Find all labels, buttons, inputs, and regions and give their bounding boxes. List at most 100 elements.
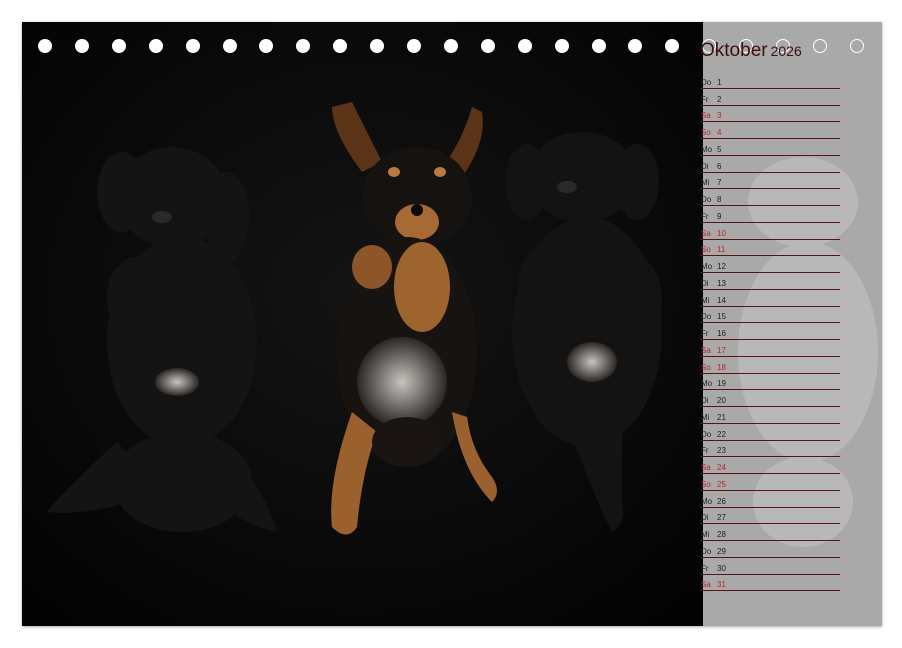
- binding-hole: [554, 39, 569, 53]
- day-list: Do 1 Fr 2 Sa 3 So 4 Mo 5 Di 6 Mi 7 Do 8 Fr 9 Sa 10 So 11 Mo 12 D…: [700, 72, 840, 592]
- day-number: 18: [717, 362, 726, 372]
- day-row: Di 27: [700, 508, 840, 525]
- day-row: So 18: [700, 357, 840, 374]
- day-row: Mo 5: [700, 139, 840, 156]
- weekday-label: Sa: [701, 345, 711, 355]
- binding-hole: [517, 39, 532, 53]
- year-label: 2026: [770, 43, 802, 59]
- binding-hole: [296, 39, 311, 53]
- day-row: Sa 3: [700, 106, 840, 123]
- month-heading: Oktober 2026: [700, 40, 802, 62]
- weekday-label: So: [701, 245, 711, 255]
- weekday-label: Do: [701, 195, 712, 204]
- day-row: So 11: [700, 240, 840, 257]
- day-number: 13: [717, 278, 726, 288]
- day-row: Do 1: [700, 72, 840, 89]
- weekday-label: So: [701, 362, 711, 372]
- day-number: 29: [717, 546, 726, 556]
- binding-hole: [591, 39, 606, 53]
- weekday-label: Mi: [701, 412, 710, 422]
- weekday-label: Fr: [701, 211, 709, 221]
- day-row: Do 29: [700, 541, 840, 558]
- day-row: Sa 24: [700, 457, 840, 474]
- binding-hole: [148, 39, 163, 53]
- weekday-label: Sa: [701, 228, 711, 238]
- day-number: 2: [717, 94, 722, 104]
- day-row: Fr 16: [700, 323, 840, 340]
- day-row: Do 22: [700, 424, 840, 441]
- day-row: Fr 2: [700, 89, 840, 106]
- binding-hole: [849, 39, 864, 53]
- weekday-label: Mi: [701, 178, 710, 188]
- weekday-label: Do: [701, 546, 712, 556]
- dog-photo: [22, 22, 703, 626]
- weekday-label: Fr: [701, 563, 709, 573]
- dog-photo-illustration: [22, 22, 703, 626]
- month-name: Oktober: [700, 40, 768, 61]
- day-number: 31: [717, 580, 726, 590]
- day-number: 16: [717, 329, 726, 338]
- day-row: Sa 10: [700, 223, 840, 240]
- binding-hole: [333, 39, 348, 53]
- day-number: 4: [717, 128, 722, 137]
- binding-hole: [38, 39, 52, 53]
- day-number: 7: [717, 178, 722, 188]
- binding-hole: [407, 39, 421, 53]
- day-number: 21: [717, 412, 726, 422]
- binding-hole: [665, 39, 680, 53]
- day-row: Mi 14: [700, 290, 840, 307]
- day-row: Mi 21: [700, 407, 840, 424]
- day-number: 8: [717, 195, 722, 204]
- day-number: 5: [717, 144, 722, 154]
- day-row: Fr 23: [700, 441, 840, 458]
- day-number: 19: [717, 379, 726, 389]
- binding-hole: [111, 39, 126, 53]
- binding-hole: [259, 39, 274, 53]
- day-number: 9: [717, 211, 722, 221]
- day-number: 27: [717, 513, 726, 523]
- day-number: 12: [717, 262, 726, 271]
- day-number: 23: [717, 446, 726, 456]
- weekday-label: Do: [701, 312, 712, 322]
- day-row: Mi 28: [700, 524, 840, 541]
- day-row: Mi 7: [700, 173, 840, 190]
- day-number: 3: [717, 111, 722, 121]
- day-number: 6: [717, 161, 722, 171]
- binding-hole: [74, 39, 89, 53]
- day-number: 20: [717, 396, 726, 405]
- day-row: So 25: [700, 474, 840, 491]
- day-number: 14: [717, 295, 726, 305]
- weekday-label: Mi: [701, 530, 710, 539]
- weekday-label: Sa: [701, 580, 711, 590]
- day-row: Di 20: [700, 390, 840, 407]
- binding-hole: [222, 39, 237, 53]
- day-number: 11: [717, 245, 726, 255]
- weekday-label: Mi: [701, 295, 710, 305]
- weekday-label: Fr: [701, 446, 709, 456]
- weekday-label: Mo: [701, 496, 713, 506]
- day-row: Fr 9: [700, 206, 840, 223]
- binding-hole: [185, 39, 200, 53]
- weekday-label: Di: [701, 161, 709, 171]
- weekday-label: Sa: [701, 463, 711, 472]
- day-number: 28: [717, 530, 726, 539]
- day-number: 24: [717, 463, 726, 472]
- weekday-label: So: [701, 479, 711, 489]
- day-number: 1: [717, 77, 722, 87]
- day-row: Do 8: [700, 189, 840, 206]
- day-row: Di 6: [700, 156, 840, 173]
- weekday-label: Do: [701, 77, 712, 87]
- binding-hole: [443, 39, 458, 53]
- day-number: 26: [717, 496, 726, 506]
- binding-hole: [370, 39, 385, 53]
- day-number: 25: [717, 479, 726, 489]
- day-number: 30: [717, 563, 726, 573]
- weekday-label: Mo: [701, 144, 713, 154]
- day-row: Sa 17: [700, 340, 840, 357]
- weekday-label: Mo: [701, 379, 713, 389]
- weekday-label: So: [701, 128, 711, 137]
- weekday-label: Di: [701, 278, 709, 288]
- binding-hole: [628, 39, 643, 53]
- weekday-label: Do: [701, 429, 712, 439]
- day-row: Do 15: [700, 307, 840, 324]
